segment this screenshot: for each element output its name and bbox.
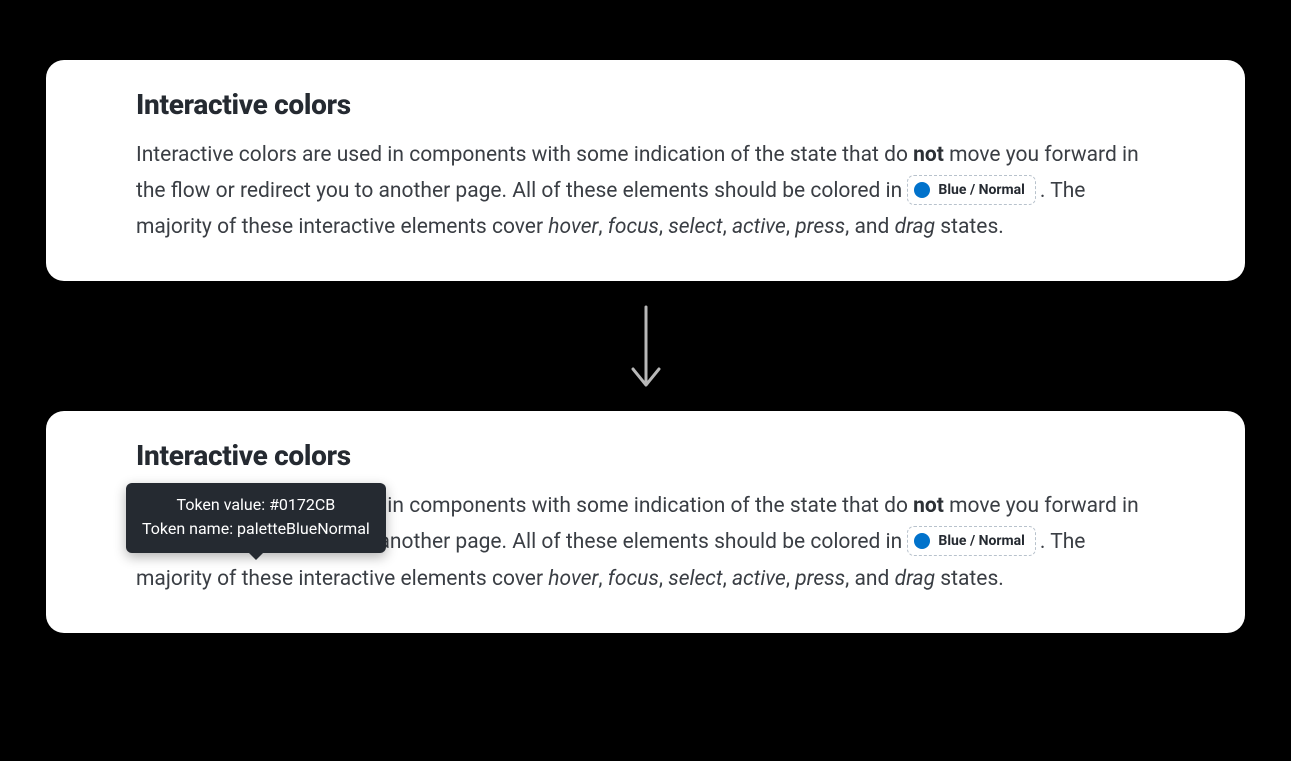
state-hover: hover <box>548 567 598 591</box>
color-token-label: Blue / Normal <box>938 178 1024 202</box>
section-paragraph: Interactive colors are used in component… <box>136 137 1155 245</box>
arrow-down-icon <box>46 303 1245 391</box>
section-title: Interactive colors <box>136 439 1155 472</box>
color-swatch-icon <box>914 533 930 549</box>
state-focus: focus <box>608 215 659 239</box>
paragraph-text: states. <box>935 215 1004 239</box>
state-focus: focus <box>608 567 659 591</box>
state-active: active <box>732 215 786 239</box>
emphasis-not: not <box>913 143 944 167</box>
state-drag: drag <box>895 567 936 591</box>
state-drag: drag <box>895 215 936 239</box>
color-token-chip[interactable]: Blue / Normal <box>907 175 1035 205</box>
state-select: select <box>668 567 722 591</box>
state-select: select <box>668 215 722 239</box>
paragraph-text: Interactive colors are used in component… <box>136 143 913 167</box>
tooltip-token-name: Token name: paletteBlueNormal <box>142 517 370 541</box>
card-bottom: Token value: #0172CB Token name: palette… <box>46 411 1245 632</box>
color-token-label: Blue / Normal <box>938 529 1024 553</box>
state-hover: hover <box>548 215 598 239</box>
card-top: Interactive colors Interactive colors ar… <box>46 60 1245 281</box>
color-swatch-icon <box>914 182 930 198</box>
state-active: active <box>732 567 786 591</box>
section-title: Interactive colors <box>136 88 1155 121</box>
emphasis-not: not <box>913 494 944 518</box>
color-token-chip[interactable]: Blue / Normal <box>907 526 1035 556</box>
tooltip-token-value: Token value: #0172CB <box>142 493 370 517</box>
color-token-tooltip: Token value: #0172CB Token name: palette… <box>126 483 386 553</box>
paragraph-text: states. <box>935 567 1004 591</box>
state-press: press <box>795 215 845 239</box>
state-press: press <box>795 567 845 591</box>
